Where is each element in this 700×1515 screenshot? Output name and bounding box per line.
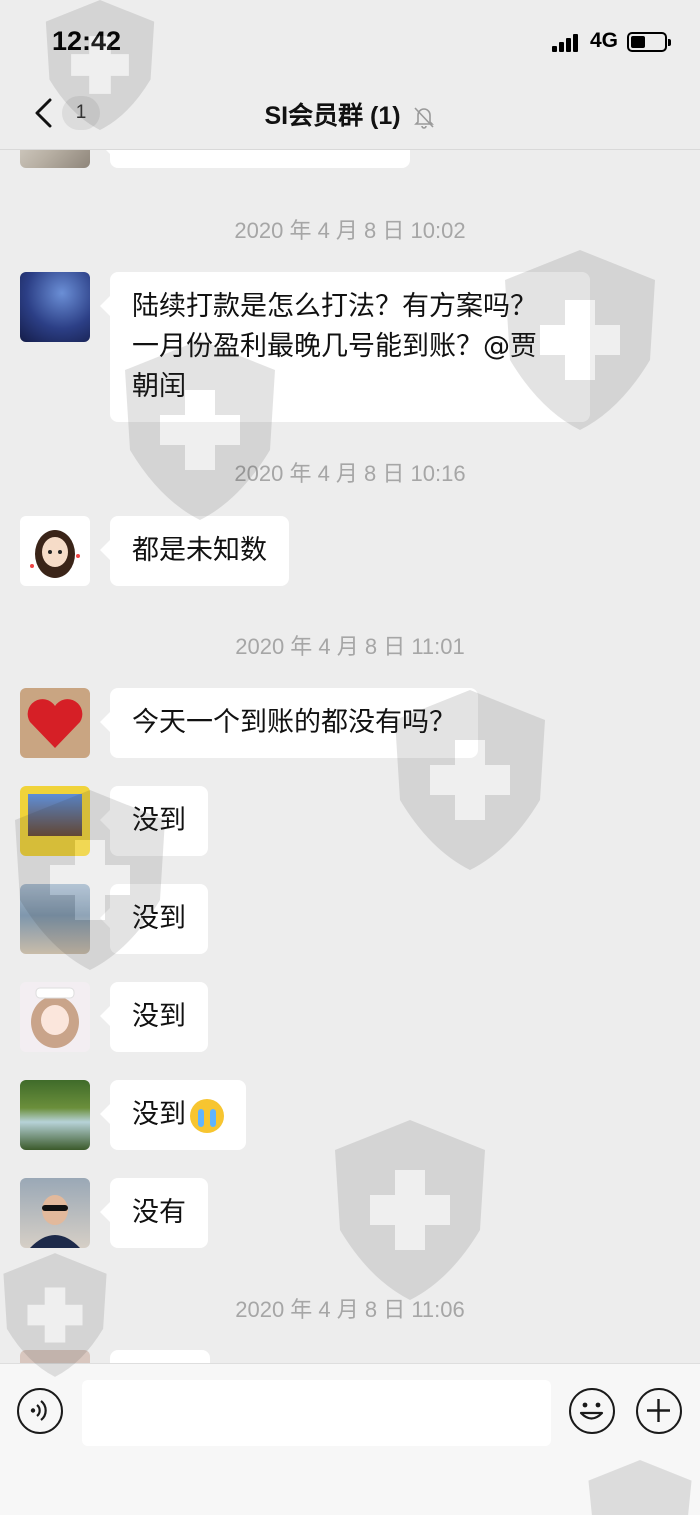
message-bubble[interactable]: 没到 [100, 884, 208, 954]
timestamp: 2020 年 4 月 8 日 11:06 [235, 1297, 465, 1322]
message-text: 都是未知数 [132, 535, 267, 566]
message-bubble[interactable]: 今天一个到账的都没有吗？ [100, 688, 478, 758]
avatar[interactable] [20, 688, 90, 758]
voice-icon [30, 1400, 47, 1421]
bell-slash-icon [413, 107, 434, 130]
avatar[interactable] [20, 1080, 90, 1150]
timestamp: 2020 年 4 月 8 日 11:01 [235, 634, 465, 659]
message-bubble[interactable]: 没到 [100, 786, 208, 856]
message-bubble[interactable]: 都是未知数 [100, 516, 289, 586]
avatar[interactable] [20, 884, 90, 954]
avatar[interactable] [20, 786, 90, 856]
message-bubble[interactable]: 没到 [100, 982, 208, 1052]
message-list[interactable]: 2020 年 4 月 8 日 10:02 陆续打款是怎么打法？有方案吗？ 一月份… [0, 150, 700, 1363]
message-text: 没有 [132, 1197, 186, 1228]
message-bubble[interactable]: 没有 [100, 1178, 208, 1248]
message-text: 没到 [132, 1099, 186, 1130]
message-text: 今天一个到账的都没有吗？ [132, 707, 456, 738]
emoji-button[interactable] [569, 1388, 615, 1434]
crying-face-emoji [190, 1098, 224, 1133]
input-bar [0, 1363, 700, 1515]
status-bar: 12:42 4G [0, 0, 700, 84]
message-bubble[interactable]: 陆续打款是怎么打法？有方案吗？ 一月份盈利最晚几号能到账？@贾 朝闰 [100, 272, 590, 422]
chat-title: SI会员群 (1) [264, 102, 401, 130]
plus-icon [647, 1399, 670, 1422]
avatar[interactable] [20, 272, 90, 342]
message-text: 没到 [132, 1001, 186, 1032]
timestamp: 2020 年 4 月 8 日 10:02 [234, 218, 466, 243]
message-bubble[interactable] [100, 150, 410, 168]
avatar[interactable] [20, 150, 90, 168]
status-time: 12:42 [52, 26, 122, 56]
chat-title-wrap[interactable]: SI会员群 (1) [0, 96, 700, 132]
message-bubble[interactable]: 没到 [100, 1080, 246, 1150]
message-text: 朝闰 [132, 371, 186, 402]
message-bubble[interactable] [110, 1350, 210, 1363]
battery-icon [627, 32, 671, 52]
message-text: 一月份盈利最晚几号能到账？@贾 [132, 331, 537, 362]
avatar[interactable] [20, 1178, 90, 1248]
avatar[interactable] [20, 516, 90, 586]
voice-input-button[interactable] [17, 1388, 63, 1434]
network-type: 4G [590, 29, 619, 52]
timestamp: 2020 年 4 月 8 日 10:16 [234, 461, 466, 486]
message-text: 没到 [132, 805, 186, 836]
smiley-icon [579, 1402, 604, 1420]
avatar[interactable] [20, 1350, 90, 1363]
avatar[interactable] [20, 982, 90, 1052]
message-text: 陆续打款是怎么打法？有方案吗？ [132, 291, 537, 322]
chat-header: 1 SI会员群 (1) [0, 84, 700, 150]
message-text: 没到 [132, 903, 186, 934]
message-input[interactable] [82, 1380, 551, 1446]
signal-strength-icon [552, 32, 582, 52]
more-actions-button[interactable] [636, 1388, 682, 1434]
